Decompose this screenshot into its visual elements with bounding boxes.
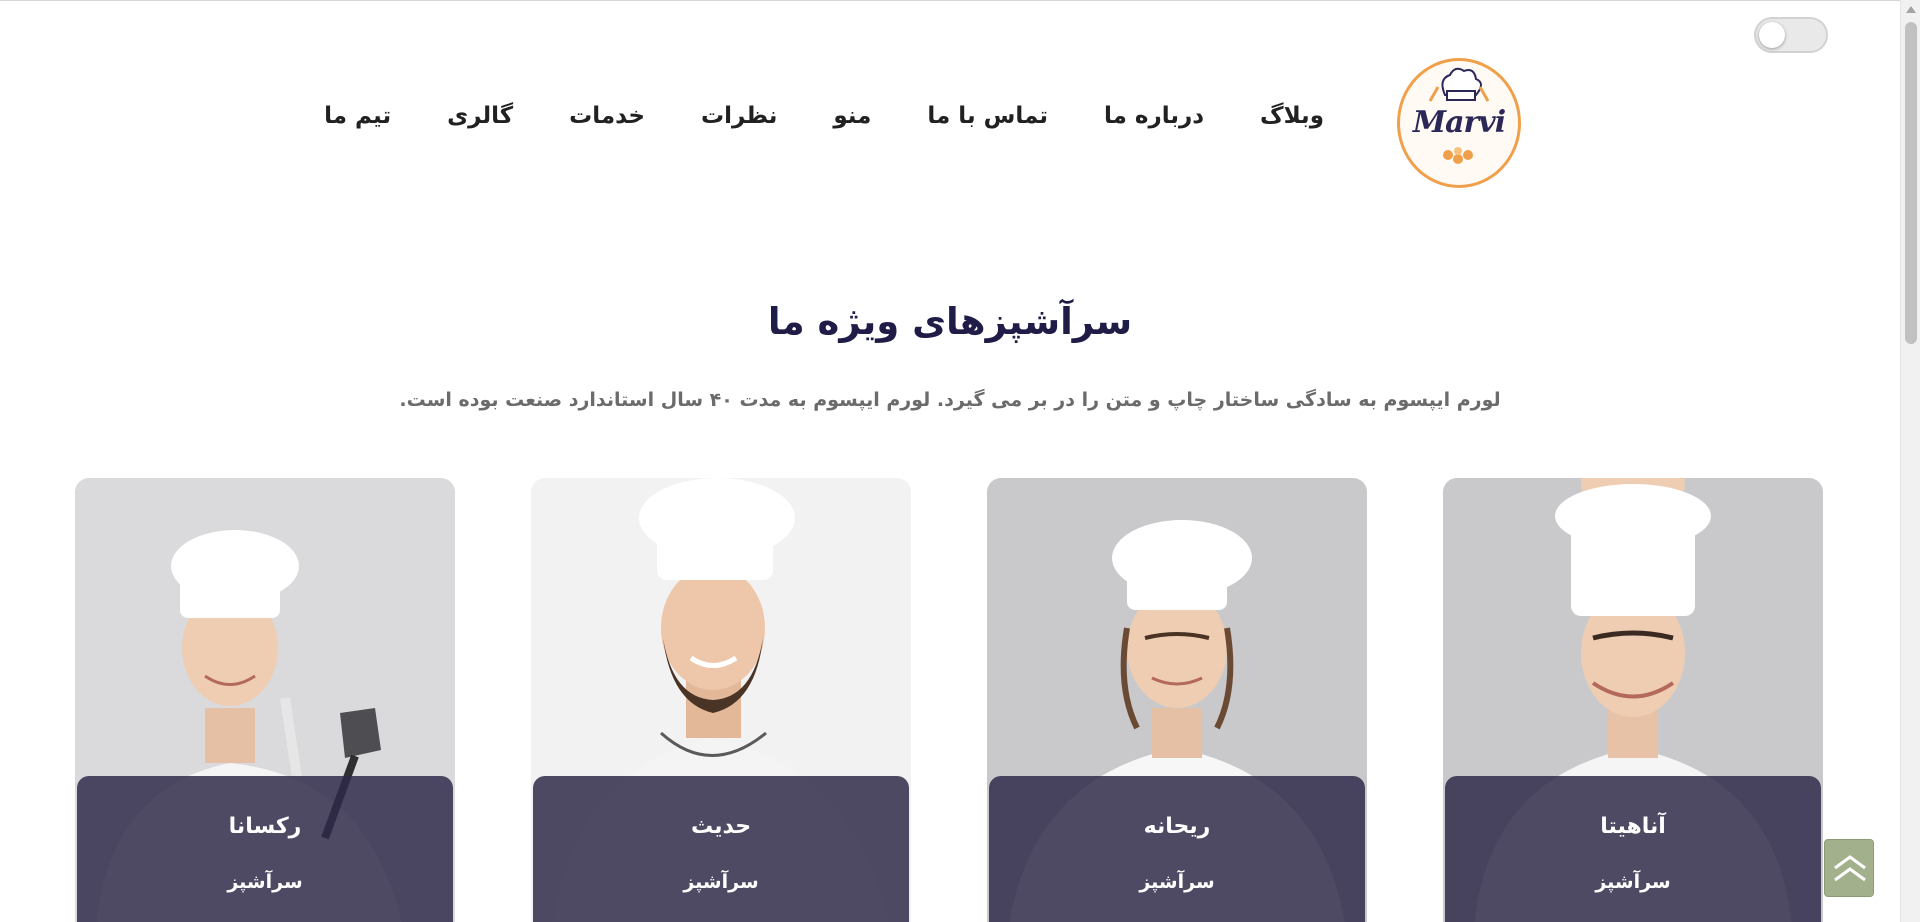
top-border: [0, 0, 1900, 1]
back-to-top-button[interactable]: [1824, 839, 1874, 897]
page-scrollbar[interactable]: [1900, 0, 1920, 922]
theme-toggle[interactable]: [1754, 17, 1828, 53]
nav-item-about[interactable]: درباره ما: [1104, 103, 1204, 129]
nav-item-contact[interactable]: تماس با ما: [927, 103, 1048, 129]
nav-item-team[interactable]: تیم ما: [324, 103, 391, 129]
nav-item-gallery[interactable]: گالری: [447, 103, 513, 129]
chef-name: آناهیتا: [1600, 814, 1666, 839]
toggle-knob: [1759, 22, 1785, 48]
chef-card[interactable]: رکسانا سرآشپز: [75, 478, 455, 922]
scroll-thumb[interactable]: [1905, 22, 1917, 344]
nav-item-services[interactable]: خدمات: [569, 103, 645, 129]
chef-role: سرآشپز: [683, 871, 759, 893]
chef-name: رکسانا: [228, 814, 302, 839]
card-overlay: [533, 776, 909, 922]
section-title: سرآشپزهای ویژه ما: [767, 300, 1133, 343]
chef-name: حدیث: [690, 814, 752, 839]
nav-item-blog[interactable]: وبلاگ: [1260, 103, 1324, 129]
chef-role: سرآشپز: [227, 871, 303, 893]
chef-role: سرآشپز: [1139, 871, 1215, 893]
scroll-up-arrow-icon[interactable]: [1906, 6, 1916, 13]
logo-text: Marvi: [1412, 105, 1506, 140]
main-nav: وبلاگ درباره ما تماس با ما منو نظرات خدم…: [324, 103, 1324, 129]
double-chevron-up-icon: [1834, 855, 1866, 882]
chef-card[interactable]: آناهیتا سرآشپز: [1443, 478, 1823, 922]
site-logo[interactable]: Marvi: [1397, 58, 1521, 188]
card-overlay: [1445, 776, 1821, 922]
chef-card[interactable]: ریحانه سرآشپز: [987, 478, 1367, 922]
card-overlay: [77, 776, 453, 922]
chef-card[interactable]: حدیث سرآشپز: [531, 478, 911, 922]
nav-item-reviews[interactable]: نظرات: [701, 103, 777, 129]
card-overlay: [989, 776, 1365, 922]
nav-item-menu[interactable]: منو: [833, 103, 871, 129]
chef-name: ریحانه: [1143, 814, 1211, 839]
section-subtitle: لورم ایپسوم به سادگی ساختار چاپ و متن را…: [399, 389, 1501, 411]
chef-role: سرآشپز: [1595, 871, 1671, 893]
